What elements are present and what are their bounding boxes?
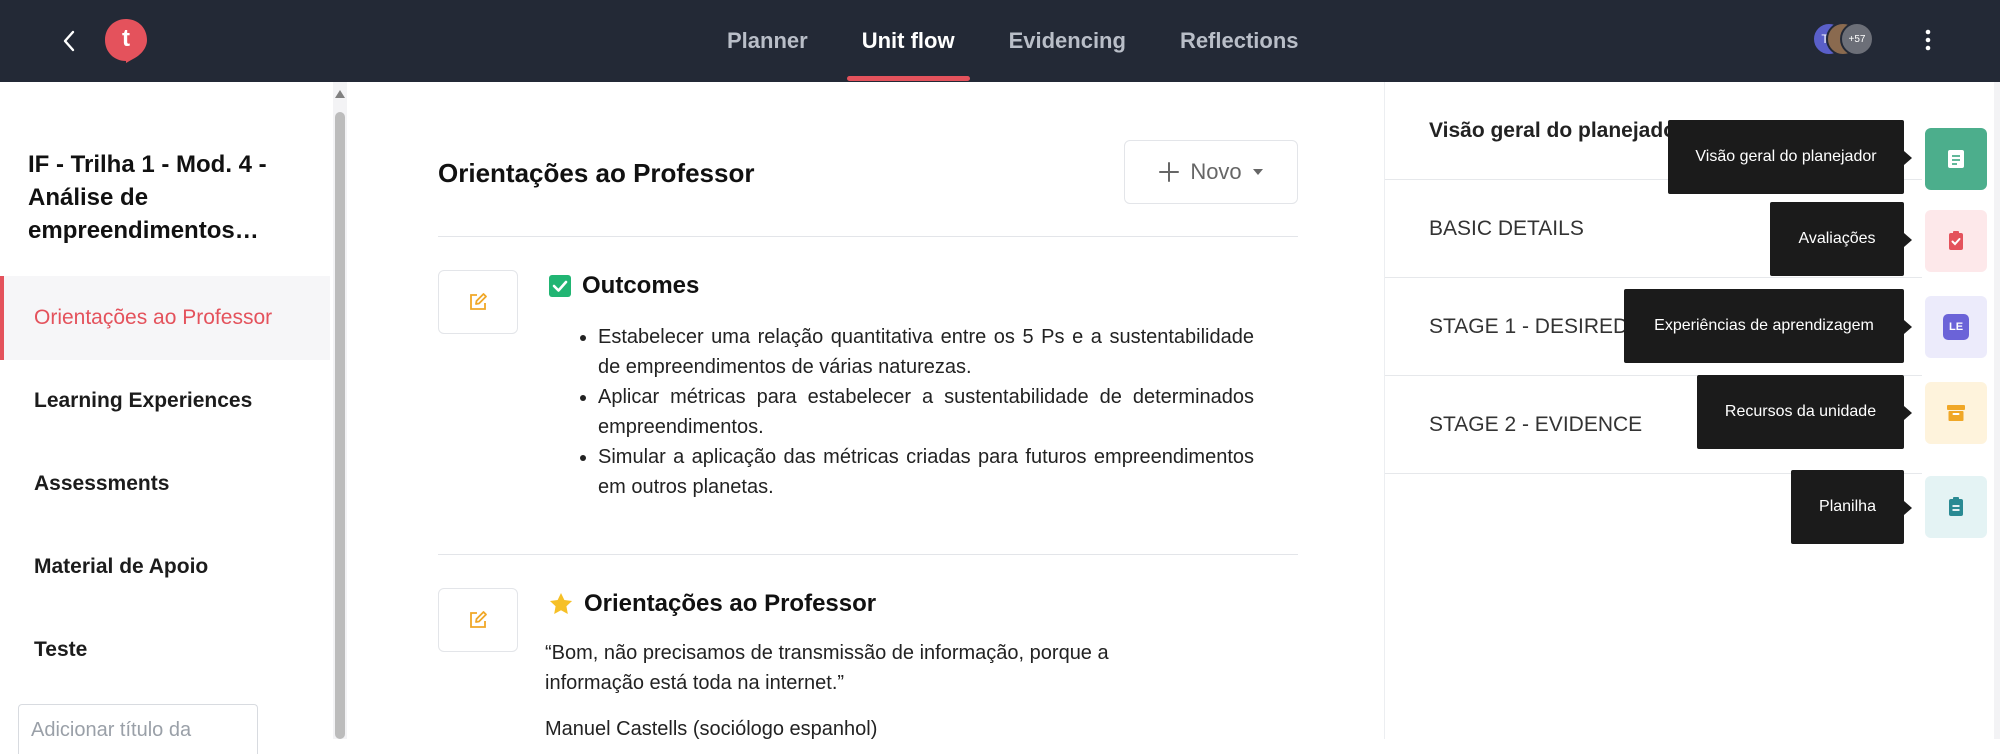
chevron-left-icon — [63, 30, 75, 52]
list-item: Estabelecer uma relação quantitativa ent… — [598, 322, 1254, 382]
archive-box-icon — [1947, 405, 1965, 421]
guidance-heading: Orientações ao Professor — [548, 590, 876, 618]
divider — [438, 236, 1298, 237]
unit-title: IF - Trilha 1 - Mod. 4 - Análise de empr… — [28, 151, 267, 244]
main-content: Orientações ao Professor Novo Outcomes E… — [350, 82, 1384, 740]
sidebar-item-learning-experiences[interactable]: Learning Experiences — [0, 359, 330, 443]
main-nav: Planner Unit flow Evidencing Reflections — [700, 0, 1326, 82]
tooltip-learning-experiences: Experiências de aprendizagem — [1624, 289, 1912, 363]
star-icon — [549, 592, 573, 614]
edit-icon — [470, 293, 487, 310]
outcomes-title: Outcomes — [582, 272, 700, 299]
assessments-button[interactable] — [1925, 210, 1987, 272]
tooltip-unit-resources: Recursos da unidade — [1697, 375, 1912, 449]
document-icon — [1948, 150, 1964, 168]
avatar-more-count: +57 — [1840, 22, 1874, 56]
tooltip-spreadsheet: Planilha — [1791, 470, 1912, 544]
scroll-thumb[interactable] — [335, 112, 345, 739]
spreadsheet-button[interactable] — [1925, 476, 1987, 538]
sidebar-item-assessments[interactable]: Assessments — [0, 442, 330, 526]
tab-unit-flow[interactable]: Unit flow — [835, 0, 982, 82]
clipboard-list-icon — [1949, 497, 1963, 516]
more-options-button[interactable] — [1910, 22, 1946, 58]
list-item: Aplicar métricas para estabelecer a sust… — [598, 382, 1254, 442]
sidebar-item-material-de-apoio[interactable]: Material de Apoio — [0, 525, 330, 609]
tooltip-planner-overview: Visão geral do planejador — [1668, 120, 1912, 194]
new-block-button[interactable]: Novo — [1124, 140, 1298, 204]
new-block-label: Novo — [1190, 159, 1242, 184]
unit-resources-button[interactable] — [1925, 382, 1987, 444]
tools-rail: LE — [1922, 82, 2000, 739]
sidebar-item-orientacoes[interactable]: Orientações ao Professor — [0, 276, 330, 360]
tab-reflections[interactable]: Reflections — [1153, 0, 1326, 82]
learning-experiences-button[interactable]: LE — [1925, 296, 1987, 358]
top-bar: t Planner Unit flow Evidencing Reflectio… — [0, 0, 2000, 82]
tab-evidencing[interactable]: Evidencing — [982, 0, 1153, 82]
guidance-quote: “Bom, não precisamos de transmissão de i… — [545, 642, 1109, 694]
rail-scrollbar[interactable] — [1994, 82, 2000, 739]
outcomes-heading: Outcomes — [548, 272, 699, 300]
le-icon: LE — [1943, 314, 1969, 340]
section-title: Orientações ao Professor — [438, 158, 755, 188]
divider — [438, 554, 1298, 555]
caret-down-icon — [1252, 169, 1263, 175]
edit-icon — [470, 611, 487, 628]
scroll-up-arrow-icon[interactable] — [335, 90, 345, 98]
add-section-title-input[interactable]: Adicionar título da — [18, 704, 258, 754]
planner-overview-button[interactable] — [1925, 128, 1987, 190]
logo-letter: t — [122, 25, 130, 52]
plus-icon — [1159, 162, 1180, 182]
edit-guidance-button[interactable] — [438, 588, 518, 652]
sidebar-scrollbar[interactable] — [333, 82, 347, 739]
back-button[interactable] — [52, 24, 86, 58]
tooltip-assessments: Avaliações — [1770, 202, 1912, 276]
sidebar-item-teste[interactable]: Teste — [0, 608, 330, 692]
guidance-quote-author: Manuel Castells (sociólogo espanhol) — [545, 718, 878, 740]
guidance-title: Orientações ao Professor — [584, 590, 877, 617]
edit-outcomes-button[interactable] — [438, 270, 518, 334]
clipboard-check-icon — [1949, 231, 1963, 250]
collaborator-avatars[interactable]: TS +57 — [1812, 22, 1892, 58]
checkbox-checked-icon — [549, 275, 571, 297]
tab-planner[interactable]: Planner — [700, 0, 835, 82]
app-logo[interactable]: t — [103, 17, 149, 63]
outcomes-list: Estabelecer uma relação quantitativa ent… — [580, 322, 1254, 502]
unit-sidebar: IF - Trilha 1 - Mod. 4 - Análise de empr… — [0, 82, 330, 754]
list-item: Simular a aplicação das métricas criadas… — [598, 442, 1254, 502]
kebab-icon — [1925, 29, 1931, 51]
